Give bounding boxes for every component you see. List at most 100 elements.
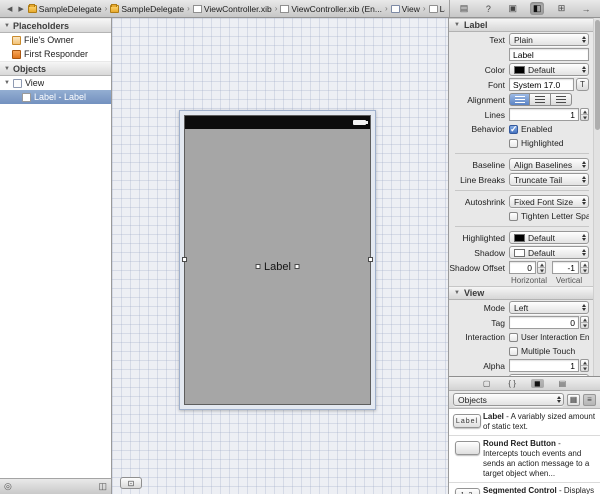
- objects-library-icon[interactable]: ◼: [531, 379, 544, 388]
- inspector-scrollbar[interactable]: [593, 18, 600, 376]
- status-bar: [185, 116, 370, 129]
- quick-help-inspector-icon[interactable]: ?: [481, 2, 495, 15]
- shadow-offset-horizontal-stepper[interactable]: [537, 261, 546, 274]
- forward-button[interactable]: ▶: [15, 5, 26, 13]
- library-item-segmented-control[interactable]: 1 2 Segmented Control - Displays multipl…: [449, 483, 600, 494]
- color-row: Color Default: [449, 62, 593, 77]
- alpha-field[interactable]: [509, 359, 579, 372]
- disclosure-icon: ▼: [4, 66, 10, 72]
- disclosure-icon[interactable]: ▼: [4, 80, 10, 86]
- label-section-header[interactable]: ▼ Label: [449, 18, 593, 32]
- interaction-row-1: Interaction User Interaction Enabled: [449, 330, 593, 344]
- view-surface[interactable]: Label: [185, 129, 370, 404]
- highlighted-checkbox[interactable]: [509, 139, 518, 148]
- align-center-icon: [535, 96, 545, 103]
- breadcrumb-item-localization[interactable]: ViewController.xib (En...: [279, 4, 383, 14]
- objects-section-header[interactable]: ▼ Objects: [0, 61, 111, 76]
- tag-row: Tag: [449, 315, 593, 330]
- library-pane: ▢ { } ◼ ▤ Objects ▦ ≡ Label Label - A va…: [449, 376, 600, 494]
- text-style-popup[interactable]: Plain: [509, 33, 589, 46]
- document-outline: ▼ Placeholders File's Owner First Respon…: [0, 18, 112, 478]
- baseline-popup[interactable]: Align Baselines: [509, 158, 589, 171]
- document-outline-toggle[interactable]: ⊡: [120, 477, 142, 489]
- scrollbar-thumb[interactable]: [595, 20, 600, 130]
- tighten-letter-spacing-checkbox[interactable]: [509, 212, 518, 221]
- library-list: Label Label - A variably sized amount of…: [449, 409, 600, 494]
- size-inspector-icon[interactable]: ⊞: [555, 2, 569, 15]
- label-text-field[interactable]: [509, 48, 589, 61]
- breadcrumb-item-group[interactable]: SampleDelegate: [109, 4, 185, 14]
- sidebar-item-first-responder[interactable]: First Responder: [0, 47, 111, 61]
- popup-arrows-icon: [582, 161, 586, 168]
- iphone-view[interactable]: Label: [184, 115, 371, 405]
- dock-toggle-icon[interactable]: ◫: [98, 481, 107, 492]
- tag-stepper[interactable]: [580, 316, 589, 329]
- breadcrumb-item-project[interactable]: SampleDelegate: [27, 4, 103, 14]
- library-scope-popup[interactable]: Objects: [453, 393, 564, 406]
- placeholders-section-header[interactable]: ▼ Placeholders: [0, 18, 111, 33]
- font-field[interactable]: [509, 78, 574, 91]
- connections-inspector-icon[interactable]: →: [579, 2, 593, 15]
- sidebar-item-view[interactable]: ▼ View: [0, 76, 111, 90]
- view-resize-handle-left[interactable]: [182, 257, 187, 262]
- popup-arrows-icon: [582, 304, 586, 311]
- tag-field[interactable]: [509, 316, 579, 329]
- label-icon: [429, 5, 438, 13]
- align-right-segment[interactable]: [551, 93, 572, 106]
- alignment-segmented-control: [509, 93, 572, 106]
- objects-title: Objects: [13, 64, 46, 74]
- selected-label-control[interactable]: Label: [257, 260, 298, 274]
- interface-builder-canvas[interactable]: Label ⊡: [112, 18, 449, 494]
- library-item-label[interactable]: Label Label - A variably sized amount of…: [449, 409, 600, 436]
- library-item-round-rect-button[interactable]: Round Rect Button - Intercepts touch eve…: [449, 436, 600, 483]
- behavior-enabled-row: Behavior Enabled: [449, 122, 593, 136]
- shadow-color-popup[interactable]: Default: [509, 246, 589, 259]
- shadow-offset-vertical-field[interactable]: [552, 261, 579, 274]
- alpha-stepper[interactable]: [580, 359, 589, 372]
- sidebar-item-files-owner[interactable]: File's Owner: [0, 33, 111, 47]
- multiple-touch-checkbox[interactable]: [509, 347, 518, 356]
- sidebar-item-label[interactable]: Label - Label: [0, 90, 111, 104]
- view-editor-window[interactable]: Label: [179, 110, 376, 410]
- behavior-highlighted-row: Highlighted: [449, 136, 593, 150]
- highlighted-color-popup[interactable]: Default: [509, 231, 589, 244]
- disclosure-icon: ▼: [454, 290, 460, 296]
- lines-stepper[interactable]: [580, 108, 589, 121]
- interaction-row-2: Multiple Touch: [449, 344, 593, 358]
- line-breaks-popup[interactable]: Truncate Tail: [509, 173, 589, 186]
- list-view-toggle[interactable]: ≡: [583, 394, 596, 406]
- resize-handle-left[interactable]: [255, 264, 260, 269]
- text-style-row: Text Plain: [449, 32, 593, 47]
- media-library-icon[interactable]: ▤: [556, 379, 570, 388]
- mode-popup[interactable]: Left: [509, 301, 589, 314]
- breadcrumb-item-label[interactable]: Label - Label: [428, 4, 445, 14]
- grid-view-toggle[interactable]: ▦: [567, 394, 580, 406]
- user-interaction-checkbox[interactable]: [509, 333, 518, 342]
- font-picker-button[interactable]: T: [576, 78, 589, 91]
- breadcrumb-item-file[interactable]: ViewController.xib: [192, 4, 273, 14]
- file-inspector-icon[interactable]: ▤: [457, 2, 471, 15]
- lines-field[interactable]: [509, 108, 579, 121]
- back-button[interactable]: ◀: [4, 5, 15, 13]
- shadow-offset-vertical-stepper[interactable]: [580, 261, 589, 274]
- breadcrumb-item-view[interactable]: View: [390, 4, 421, 14]
- view-section-header[interactable]: ▼ View: [449, 286, 593, 300]
- filter-button[interactable]: ◎: [4, 481, 12, 492]
- align-left-icon: [515, 96, 525, 103]
- file-icon: [193, 5, 202, 13]
- jump-bar-left: ◀ ▶ SampleDelegate › SampleDelegate › Vi…: [0, 0, 449, 17]
- alignment-row: Alignment: [449, 92, 593, 107]
- identity-inspector-icon[interactable]: ▣: [506, 2, 520, 15]
- autoshrink-row: Autoshrink Fixed Font Size: [449, 194, 593, 209]
- align-center-segment[interactable]: [530, 93, 551, 106]
- code-snippets-icon[interactable]: { }: [505, 379, 519, 388]
- view-resize-handle-right[interactable]: [368, 257, 373, 262]
- resize-handle-right[interactable]: [295, 264, 300, 269]
- file-templates-icon[interactable]: ▢: [480, 379, 494, 388]
- shadow-offset-horizontal-field[interactable]: [509, 261, 536, 274]
- enabled-checkbox[interactable]: [509, 125, 518, 134]
- attributes-inspector-icon[interactable]: ◧: [530, 2, 544, 15]
- color-popup[interactable]: Default: [509, 63, 589, 76]
- align-left-segment[interactable]: [509, 93, 530, 106]
- autoshrink-popup[interactable]: Fixed Font Size: [509, 195, 589, 208]
